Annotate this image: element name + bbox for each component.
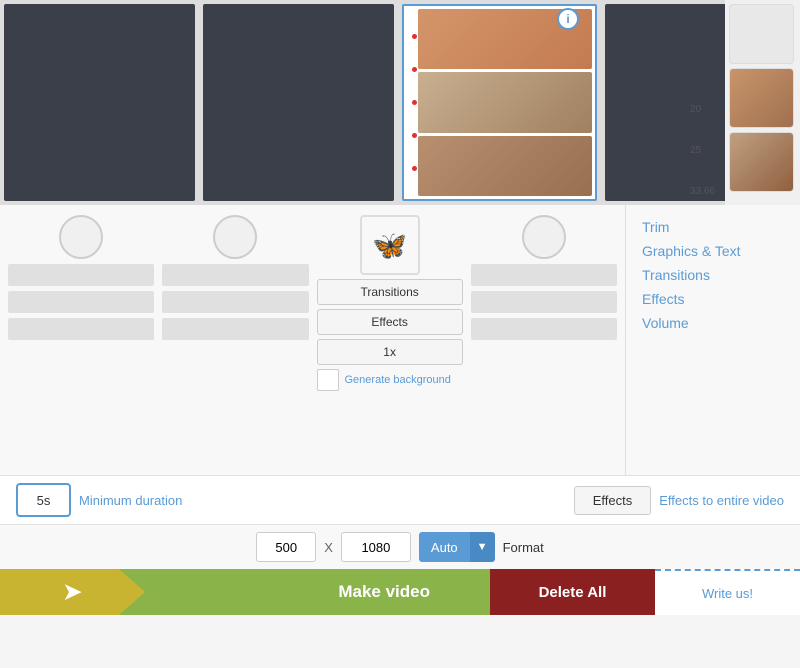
film-thumb-3 <box>418 136 592 196</box>
clip-bar-2a <box>162 264 308 286</box>
film-thumb-2 <box>418 72 592 132</box>
sidebar-link-trim[interactable]: Trim <box>642 219 784 235</box>
duration-input[interactable] <box>16 483 71 517</box>
right-thumb-photo2 <box>729 132 794 192</box>
right-thumb-blank <box>729 4 794 64</box>
effects-button[interactable]: Effects <box>317 309 463 335</box>
marker-dot <box>412 34 417 39</box>
marker-dot <box>412 166 417 171</box>
ruler-mark-3: 33.66 <box>690 186 720 197</box>
sidebar-link-volume[interactable]: Volume <box>642 315 784 331</box>
format-row: X Auto ▼ Format <box>0 525 800 569</box>
right-sidebar: Trim Graphics & Text Transitions Effects… <box>625 205 800 475</box>
marker-dot <box>412 67 417 72</box>
filmstrip-area: i 20 25 33.66 <box>0 0 800 205</box>
clip-bar-1a <box>8 264 154 286</box>
marker-dot <box>412 133 417 138</box>
sidebar-link-effects[interactable]: Effects <box>642 291 784 307</box>
right-thumb-photo1 <box>729 68 794 128</box>
generate-bg-row: Generate background <box>317 369 463 391</box>
middle-section: 🦋 Transitions Effects 1x Generate backgr… <box>0 205 800 475</box>
transitions-button[interactable]: Transitions <box>317 279 463 305</box>
height-input[interactable] <box>341 532 411 562</box>
action-bar: ➤ Make video Delete All Write us! <box>0 569 800 615</box>
marker-dot <box>412 100 417 105</box>
ruler-mark-1: 20 <box>690 104 720 115</box>
timeline-markers <box>410 6 418 199</box>
generate-bg-link[interactable]: Generate background <box>345 374 451 386</box>
x-separator: X <box>324 540 333 555</box>
info-icon[interactable]: i <box>557 8 579 30</box>
generate-bg-checkbox[interactable] <box>317 369 339 391</box>
ruler-mark-2: 25 <box>690 145 720 156</box>
clip-circle-2 <box>213 215 257 259</box>
sidebar-link-graphics[interactable]: Graphics & Text <box>642 243 784 259</box>
auto-button[interactable]: Auto <box>419 532 470 562</box>
clip-item-2[interactable] <box>158 215 312 340</box>
auto-button-group[interactable]: Auto ▼ <box>419 532 495 562</box>
width-input[interactable] <box>256 532 316 562</box>
film-panel-selected[interactable] <box>402 4 597 201</box>
clip-bar-2c <box>162 318 308 340</box>
timeline-ruler: 20 25 33.66 <box>690 0 720 205</box>
make-video-label: Make video <box>338 582 430 602</box>
clip-bar-4b <box>471 291 617 313</box>
clip-circle-4 <box>522 215 566 259</box>
bottom-controls-bar: Minimum duration Effects Effects to enti… <box>0 475 800 525</box>
clip-bar-4c <box>471 318 617 340</box>
right-thumbnail-panel <box>725 0 800 205</box>
clip-strip: 🦋 Transitions Effects 1x Generate backgr… <box>0 205 625 475</box>
film-thumbs-container <box>404 6 595 199</box>
effects-entire-label: Effects to entire video <box>659 493 784 508</box>
min-duration-label: Minimum duration <box>79 493 566 508</box>
clip-item-1[interactable] <box>4 215 158 340</box>
clip-bar-4a <box>471 264 617 286</box>
effects-tab-button[interactable]: Effects <box>574 486 652 515</box>
clip-bar-1b <box>8 291 154 313</box>
clip-item-4[interactable] <box>467 215 621 340</box>
write-us-button[interactable]: Write us! <box>655 569 800 615</box>
film-panel-1[interactable] <box>4 4 195 201</box>
arrow-icon: ➤ <box>63 579 81 605</box>
delete-all-button[interactable]: Delete All <box>490 569 655 615</box>
clip-bar-1c <box>8 318 154 340</box>
butterfly-thumb: 🦋 <box>360 215 420 275</box>
sidebar-link-transitions[interactable]: Transitions <box>642 267 784 283</box>
film-panel-2[interactable] <box>203 4 394 201</box>
auto-dropdown-button[interactable]: ▼ <box>470 532 495 562</box>
clip-bar-2b <box>162 291 308 313</box>
format-label: Format <box>503 540 544 555</box>
make-video-button[interactable]: ➤ Make video <box>0 569 490 615</box>
clip-circle-1 <box>59 215 103 259</box>
clip-center[interactable]: 🦋 Transitions Effects 1x Generate backgr… <box>313 215 467 391</box>
speed-button[interactable]: 1x <box>317 339 463 365</box>
arrow-shape: ➤ <box>0 569 145 615</box>
